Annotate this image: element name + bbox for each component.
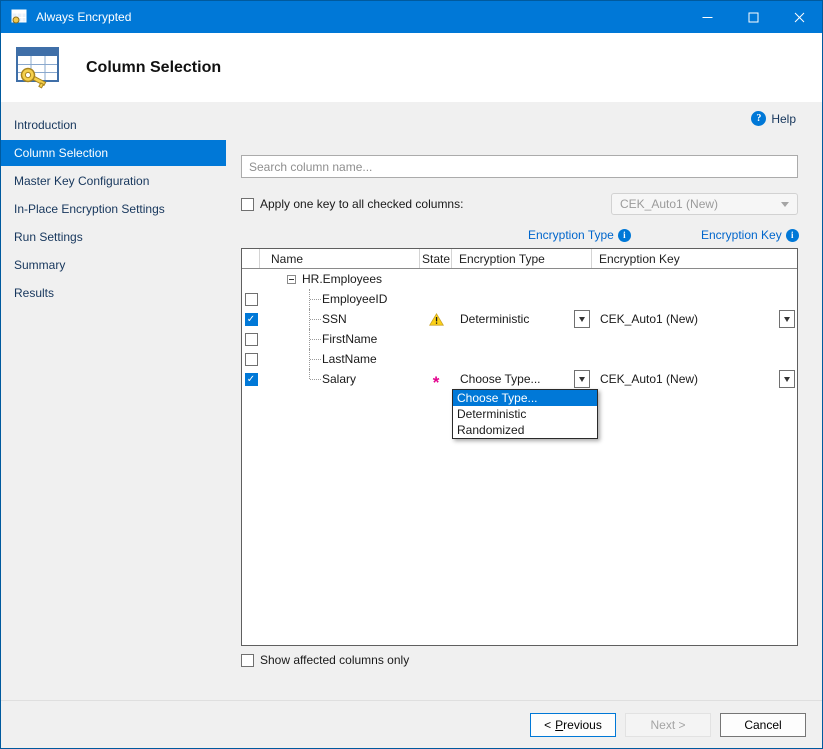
- sidebar-item-master-key-configuration[interactable]: Master Key Configuration: [1, 168, 226, 194]
- info-icon[interactable]: i: [618, 229, 631, 242]
- row-checkbox[interactable]: [245, 373, 258, 386]
- apply-one-key-label: Apply one key to all checked columns:: [260, 197, 463, 211]
- cancel-button[interactable]: Cancel: [720, 713, 806, 737]
- chevron-down-icon: [781, 202, 789, 211]
- page-title: Column Selection: [86, 59, 221, 77]
- help-icon: ?: [751, 111, 766, 126]
- row-checkbox[interactable]: [245, 333, 258, 346]
- apply-one-key-checkbox[interactable]: [241, 198, 254, 211]
- minimize-button[interactable]: [684, 1, 730, 33]
- row-checkbox[interactable]: [245, 313, 258, 326]
- column-name: FirstName: [322, 332, 377, 346]
- column-name: LastName: [322, 352, 377, 366]
- tree-line: [310, 299, 321, 300]
- dropdown-option-deterministic[interactable]: Deterministic: [453, 406, 597, 422]
- encryption-type-link-label: Encryption Type: [528, 228, 614, 242]
- encryption-type-link[interactable]: Encryption Type i: [528, 228, 631, 242]
- table-row-employeeid[interactable]: EmployeeID: [242, 289, 797, 309]
- maximize-button[interactable]: [730, 1, 776, 33]
- close-button[interactable]: [776, 1, 822, 33]
- header-checkbox-spacer: [242, 249, 260, 268]
- show-affected-columns-label: Show affected columns only: [260, 653, 409, 667]
- dropdown-option-choose-type[interactable]: Choose Type...: [453, 390, 597, 406]
- encryption-type-dropdown-button[interactable]: [574, 370, 590, 388]
- sidebar-item-run-settings[interactable]: Run Settings: [1, 224, 226, 250]
- sidebar-item-in-place-encryption-settings[interactable]: In-Place Encryption Settings: [1, 196, 226, 222]
- encryption-type-dropdown-button[interactable]: [574, 310, 590, 328]
- header-state: State: [420, 249, 452, 268]
- columns-table: Name State Encryption Type Encryption Ke…: [241, 248, 798, 646]
- row-checkbox[interactable]: [245, 293, 258, 306]
- info-icon[interactable]: i: [786, 229, 799, 242]
- tree-line: [310, 319, 321, 320]
- help-label: Help: [771, 112, 796, 126]
- footer-bar: <Previous Next > Cancel: [1, 700, 822, 748]
- collapse-expander-icon[interactable]: [287, 275, 296, 284]
- encryption-key-value: CEK_Auto1 (New): [600, 372, 698, 386]
- column-name: Salary: [322, 372, 356, 386]
- app-icon: [11, 9, 28, 25]
- column-name: EmployeeID: [322, 292, 387, 306]
- column-name: SSN: [322, 312, 347, 326]
- show-affected-columns-checkbox[interactable]: [241, 654, 254, 667]
- encryption-type-value: Deterministic: [460, 312, 529, 326]
- table-name: HR.Employees: [302, 272, 382, 286]
- table-row-group[interactable]: HR.Employees: [242, 269, 797, 289]
- table-row-ssn[interactable]: SSN Deterministic CEK_: [242, 309, 797, 329]
- encryption-type-value: Choose Type...: [460, 372, 541, 386]
- wizard-nav-sidebar: Introduction Column Selection Master Key…: [1, 102, 226, 700]
- main-content: ? Help Apply one key to all checked colu…: [226, 102, 822, 700]
- encryption-key-dropdown-button[interactable]: [779, 370, 795, 388]
- dropdown-option-randomized[interactable]: Randomized: [453, 422, 597, 438]
- apply-key-value: CEK_Auto1 (New): [620, 197, 718, 211]
- header-encryption-key: Encryption Key: [592, 249, 797, 268]
- table-header-row: Name State Encryption Type Encryption Ke…: [242, 249, 797, 269]
- encryption-key-link-label: Encryption Key: [701, 228, 782, 242]
- column-selection-icon: [14, 45, 62, 92]
- sidebar-item-results[interactable]: Results: [1, 280, 226, 306]
- next-button[interactable]: Next >: [625, 713, 711, 737]
- sidebar-item-column-selection[interactable]: Column Selection: [1, 140, 226, 166]
- tree-line: [310, 359, 321, 360]
- sidebar-item-summary[interactable]: Summary: [1, 252, 226, 278]
- warning-icon: [429, 313, 444, 326]
- encryption-key-value: CEK_Auto1 (New): [600, 312, 698, 326]
- apply-key-combobox[interactable]: CEK_Auto1 (New): [611, 193, 798, 215]
- header-encryption-type: Encryption Type: [452, 249, 592, 268]
- help-link[interactable]: ? Help: [751, 111, 796, 126]
- tree-line: [310, 339, 321, 340]
- window-title: Always Encrypted: [36, 10, 131, 24]
- sidebar-item-introduction[interactable]: Introduction: [1, 112, 226, 138]
- table-row-firstname[interactable]: FirstName: [242, 329, 797, 349]
- encryption-key-link[interactable]: Encryption Key i: [701, 228, 799, 242]
- always-encrypted-window: Always Encrypted: [0, 0, 823, 749]
- required-asterisk-icon: *: [433, 378, 440, 388]
- header-name: Name: [260, 249, 420, 268]
- table-row-lastname[interactable]: LastName: [242, 349, 797, 369]
- tree-line: [309, 369, 310, 379]
- encryption-type-dropdown-menu: Choose Type... Deterministic Randomized: [452, 389, 598, 439]
- table-row-salary[interactable]: Salary * Choose Type... CEK_Auto1 (New): [242, 369, 797, 389]
- title-bar: Always Encrypted: [1, 1, 822, 33]
- previous-button[interactable]: <Previous: [530, 713, 616, 737]
- wizard-header: Column Selection: [1, 33, 822, 102]
- encryption-key-dropdown-button[interactable]: [779, 310, 795, 328]
- tree-line: [310, 379, 321, 380]
- row-checkbox[interactable]: [245, 353, 258, 366]
- search-column-input[interactable]: [241, 155, 798, 178]
